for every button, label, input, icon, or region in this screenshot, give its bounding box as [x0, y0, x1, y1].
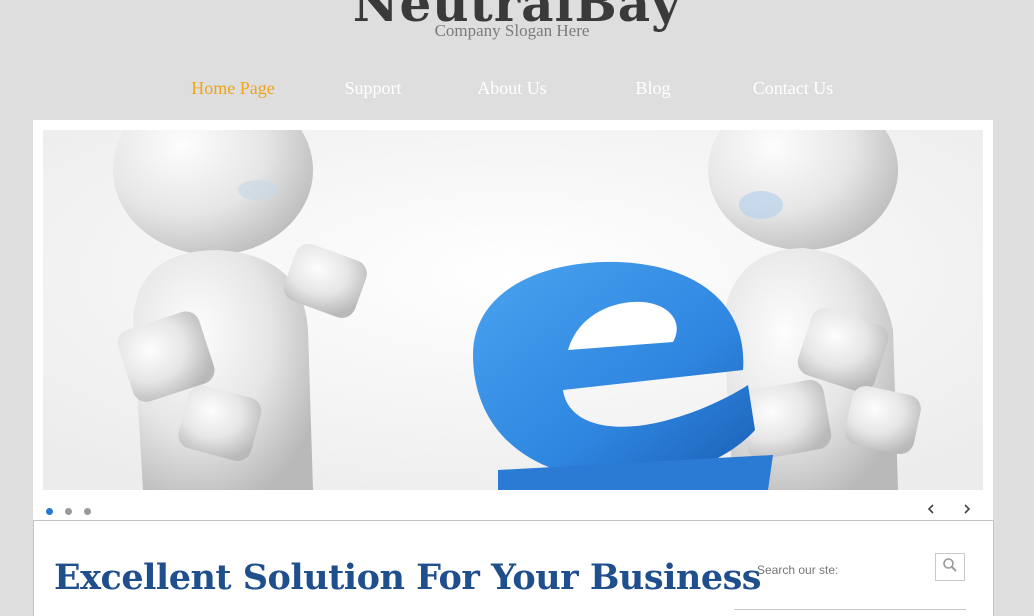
search-box	[734, 553, 966, 610]
nav-home-page[interactable]: Home Page	[191, 78, 274, 99]
search-input[interactable]	[757, 561, 927, 579]
page-headline: Excellent Solution For Your Business	[54, 557, 762, 598]
slider-dot-1[interactable]	[46, 508, 53, 515]
slider-dot-2[interactable]	[65, 508, 73, 515]
search-icon	[942, 557, 958, 577]
main-nav: Home Page Support About Us Blog Contact …	[0, 78, 1034, 106]
image-slider	[33, 120, 993, 520]
nav-support[interactable]: Support	[344, 78, 401, 99]
main-content: Excellent Solution For Your Business	[33, 520, 994, 616]
nav-blog[interactable]: Blog	[635, 78, 670, 99]
chevron-left-icon[interactable]	[924, 502, 938, 516]
nav-contact-us[interactable]: Contact Us	[753, 78, 834, 99]
slide-image	[43, 130, 983, 490]
search-button[interactable]	[935, 553, 965, 581]
slider-dots	[46, 500, 98, 515]
nav-about-us[interactable]: About Us	[477, 78, 547, 99]
company-slogan: Company Slogan Here	[434, 21, 590, 40]
chevron-right-icon[interactable]	[960, 502, 974, 516]
slider-dot-3[interactable]	[84, 508, 92, 515]
